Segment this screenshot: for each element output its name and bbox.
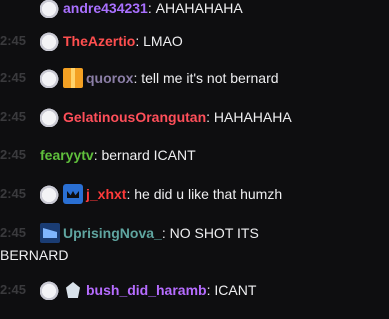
timestamp: 2:45 xyxy=(0,186,27,201)
cat-badge-icon[interactable] xyxy=(40,0,60,18)
cat-badge-icon[interactable] xyxy=(40,107,60,127)
message-text: NO SHOT ITS xyxy=(169,225,259,241)
cat-badge-icon[interactable] xyxy=(40,280,60,300)
chat-message: 2:45 UprisingNova_: NO SHOT ITS BERNARD xyxy=(0,212,389,274)
colon: : xyxy=(147,0,156,16)
colon: : xyxy=(93,147,102,163)
message-text: LMAO xyxy=(143,33,183,49)
crown-badge-icon[interactable] xyxy=(63,184,83,204)
gem-badge-icon[interactable] xyxy=(63,280,83,300)
prime-badge-icon[interactable] xyxy=(40,223,60,243)
username[interactable]: quorox xyxy=(86,68,133,88)
message-text-continued: BERNARD xyxy=(0,247,69,263)
message-text: ICANT xyxy=(214,282,257,298)
message-text: AHAHAHAHA xyxy=(155,0,243,16)
timestamp: 2:45 xyxy=(0,70,27,85)
timestamp: 2:45 xyxy=(0,147,27,162)
chat-message: 2:45 GelatinousOrangutan: HAHAHAHA xyxy=(0,98,389,137)
cat-badge-icon[interactable] xyxy=(40,184,60,204)
chat-message: 2:45 bush_did_haramb: ICANT xyxy=(0,274,389,304)
timestamp: 2:45 xyxy=(0,282,27,297)
username[interactable]: TheAzertio xyxy=(63,31,135,51)
message-text: tell me it's not bernard xyxy=(141,70,279,86)
chat-message: andre434231: AHAHAHAHA xyxy=(0,0,389,20)
username[interactable]: j_xhxt xyxy=(86,184,126,204)
timestamp: 2:45 xyxy=(0,33,27,48)
username[interactable]: bush_did_haramb xyxy=(86,280,207,300)
colon: : xyxy=(206,109,214,125)
colon: : xyxy=(133,70,142,86)
username[interactable]: fearyytv xyxy=(40,145,94,165)
cat-badge-icon[interactable] xyxy=(40,68,60,88)
message-text: bernard ICANT xyxy=(101,147,196,163)
cat-badge-icon[interactable] xyxy=(40,31,60,51)
message-text: HAHAHAHA xyxy=(213,109,292,125)
timestamp: 2:45 xyxy=(0,109,27,124)
chat-message: 2:45 quorox: tell me it's not bernard xyxy=(0,59,389,98)
username[interactable]: UprisingNova_ xyxy=(63,223,162,243)
chat-message: 2:45 TheAzertio: LMAO xyxy=(0,20,389,59)
colon: : xyxy=(135,33,144,49)
colon: : xyxy=(161,225,170,241)
gift-badge-icon[interactable] xyxy=(63,68,83,88)
chat-log: andre434231: AHAHAHAHA 2:45 TheAzertio: … xyxy=(0,0,389,304)
message-text: he did u like that humzh xyxy=(134,186,283,202)
username[interactable]: GelatinousOrangutan xyxy=(63,107,206,127)
timestamp: 2:45 xyxy=(0,225,27,240)
username[interactable]: andre434231 xyxy=(63,0,148,18)
colon: : xyxy=(206,282,215,298)
colon: : xyxy=(126,186,135,202)
chat-message: 2:45 j_xhxt: he did u like that humzh xyxy=(0,172,389,212)
chat-message: 2:45 fearyytv: bernard ICANT xyxy=(0,137,389,172)
